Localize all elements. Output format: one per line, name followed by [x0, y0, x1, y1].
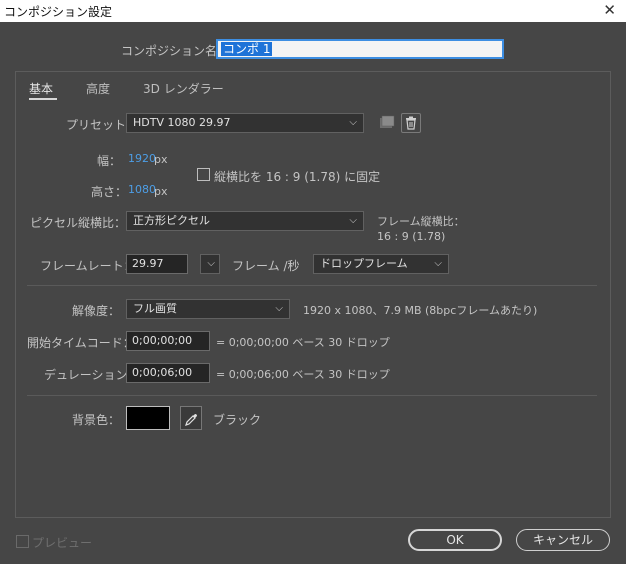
frame-aspect-label: フレーム縦横比： — [377, 215, 465, 228]
width-value[interactable]: 1920 — [128, 152, 156, 165]
cancel-button[interactable]: キャンセル — [516, 529, 610, 551]
chevron-down-icon: ⌵ — [349, 215, 357, 226]
save-preset-icon[interactable] — [377, 113, 397, 133]
active-tab-underline — [29, 98, 57, 100]
close-icon[interactable]: ✕ — [603, 1, 616, 19]
chevron-down-icon: ⌵ — [349, 117, 357, 128]
background-label: 背景色： — [72, 413, 121, 427]
tab-3d-renderer[interactable]: 3D レンダラー — [143, 80, 224, 97]
start-timecode-label: 開始タイムコード： — [27, 336, 135, 350]
lock-aspect-checkbox[interactable] — [197, 168, 210, 181]
start-timecode-info: = 0;00;00;00 ベース 30 ドロップ — [216, 336, 390, 349]
window-title: コンポジション設定 — [4, 5, 113, 19]
chevron-down-icon: ⌵ — [275, 303, 283, 314]
height-unit: px — [154, 185, 168, 198]
width-label: 幅： — [97, 154, 122, 168]
duration-info: = 0;00;06;00 ベース 30 ドロップ — [216, 368, 390, 381]
chevron-down-icon: ⌵ — [207, 258, 215, 269]
background-color-swatch[interactable] — [126, 406, 170, 430]
comp-name-value: コンポ 1 — [221, 42, 273, 56]
background-color-name: ブラック — [213, 413, 262, 427]
eyedropper-icon[interactable] — [180, 406, 202, 430]
frame-rate-unit: フレーム /秒 — [232, 259, 300, 273]
divider — [27, 285, 597, 286]
delete-preset-trash-icon[interactable] — [401, 113, 421, 133]
height-value[interactable]: 1080 — [128, 183, 156, 196]
frame-rate-input[interactable]: 29.97 — [126, 254, 188, 274]
comp-name-input[interactable]: コンポ 1 — [216, 39, 504, 59]
pixel-aspect-value: 正方形ピクセル — [133, 214, 210, 227]
divider — [27, 395, 597, 396]
preview-checkbox[interactable] — [16, 535, 29, 548]
resolution-dropdown[interactable]: フル画質 ⌵ — [126, 299, 290, 319]
preset-dropdown[interactable]: HDTV 1080 29.97 ⌵ — [126, 113, 364, 133]
resolution-info: 1920 x 1080、7.9 MB (8bpcフレームあたり) — [303, 304, 538, 317]
settings-panel — [15, 71, 611, 518]
frame-rate-dropdown[interactable]: ⌵ — [200, 254, 220, 274]
preset-value: HDTV 1080 29.97 — [133, 116, 231, 129]
comp-name-label: コンポジション名： — [121, 44, 230, 58]
width-unit: px — [154, 153, 168, 166]
pixel-aspect-dropdown[interactable]: 正方形ピクセル ⌵ — [126, 211, 364, 231]
tab-advanced[interactable]: 高度 — [86, 80, 110, 97]
start-timecode-input[interactable]: 0;00;00;00 — [126, 331, 210, 351]
resolution-value: フル画質 — [133, 302, 177, 315]
drop-frame-value: ドロップフレーム — [320, 257, 408, 270]
frame-rate-label: フレームレート： — [40, 259, 136, 273]
duration-input[interactable]: 0;00;06;00 — [126, 363, 210, 383]
height-label: 高さ： — [91, 185, 128, 199]
resolution-label: 解像度： — [72, 304, 121, 318]
pixel-aspect-label: ピクセル縦横比： — [30, 216, 127, 230]
title-bar: コンポジション設定 ✕ — [0, 0, 626, 22]
lock-aspect-label: 縦横比を 16 : 9 (1.78) に固定 — [214, 170, 381, 184]
drop-frame-dropdown[interactable]: ドロップフレーム ⌵ — [313, 254, 449, 274]
frame-aspect-value: 16 : 9 (1.78) — [377, 230, 446, 243]
ok-button[interactable]: OK — [408, 529, 502, 551]
tab-basic[interactable]: 基本 — [29, 80, 53, 97]
chevron-down-icon: ⌵ — [434, 258, 442, 269]
preview-label: プレビュー — [32, 536, 93, 550]
